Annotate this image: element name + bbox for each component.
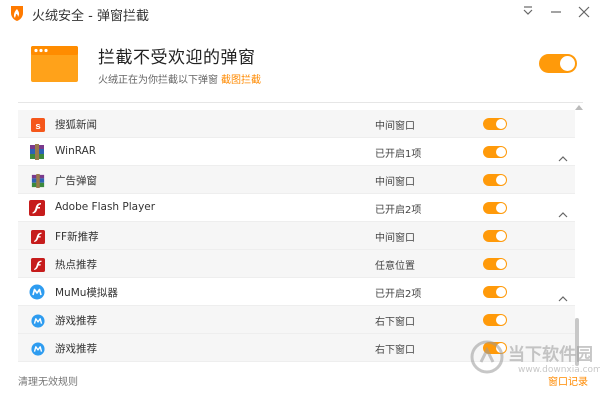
- menu-icon[interactable]: [520, 4, 536, 20]
- row-name: 搜狐新闻: [55, 119, 97, 131]
- winrar-icon: [31, 173, 45, 188]
- toggle-knob: [496, 259, 506, 269]
- enabled-count: 已开启2项: [375, 205, 422, 216]
- popup-position[interactable]: 右下窗口: [375, 341, 415, 356]
- app-group-row[interactable]: WinRAR 已开启1项: [18, 138, 575, 166]
- flash-icon: [29, 200, 45, 216]
- row-name: WinRAR: [55, 145, 97, 157]
- row-toggle[interactable]: [483, 118, 507, 130]
- scroll-up-icon[interactable]: [575, 104, 583, 110]
- master-toggle[interactable]: [539, 54, 577, 73]
- flash-icon: [31, 229, 45, 244]
- close-icon[interactable]: [576, 4, 592, 20]
- watermark-url: www.downxia.com: [518, 365, 600, 375]
- row-name: 游戏推荐: [55, 343, 97, 355]
- row-toggle[interactable]: [483, 174, 507, 186]
- popup-rule-row[interactable]: 游戏推荐 右下窗口: [18, 306, 575, 334]
- watermark: 当下软件园 www.downxia.com: [470, 338, 600, 384]
- app-group-row[interactable]: MuMu模拟器 已开启2项: [18, 278, 575, 306]
- chevron-up-icon[interactable]: [558, 204, 568, 218]
- row-toggle[interactable]: [483, 146, 507, 158]
- title-bar: 火绒安全 - 弹窗拦截: [0, 0, 600, 26]
- toggle-knob: [496, 231, 506, 241]
- chevron-up-icon[interactable]: [558, 148, 568, 162]
- popup-rule-row[interactable]: 热点推荐 任意位置: [18, 250, 575, 278]
- popup-position[interactable]: 中间窗口: [375, 229, 415, 244]
- popup-position[interactable]: 右下窗口: [375, 313, 415, 328]
- enabled-count: 已开启1项: [375, 149, 422, 160]
- window-title: 火绒安全 - 弹窗拦截: [32, 9, 149, 24]
- flash-icon: [31, 257, 45, 272]
- popup-position[interactable]: 任意位置: [375, 257, 415, 272]
- watermark-logo-icon: [470, 340, 504, 374]
- enabled-count: 已开启2项: [375, 289, 422, 300]
- row-toggle[interactable]: [483, 286, 507, 298]
- toggle-knob: [496, 315, 506, 325]
- svg-text:s: s: [35, 121, 40, 132]
- row-name: 广告弹窗: [55, 175, 97, 187]
- screenshot-intercept-link[interactable]: 截图拦截: [221, 71, 261, 86]
- row-name: 游戏推荐: [55, 315, 97, 327]
- popup-rule-row[interactable]: s 搜狐新闻 中间窗口: [18, 110, 575, 138]
- row-toggle[interactable]: [483, 202, 507, 214]
- row-name: Adobe Flash Player: [55, 201, 156, 213]
- popup-rule-list: s 搜狐新闻 中间窗口 WinRAR 已开启1项 广告弹窗 中间窗口 Adobe Flash …: [18, 102, 583, 364]
- row-name: MuMu模拟器: [55, 287, 118, 299]
- toggle-knob: [496, 147, 506, 157]
- clean-invalid-rules-link[interactable]: 清理无效规则: [18, 373, 78, 388]
- toggle-knob: [496, 175, 506, 185]
- row-toggle[interactable]: [483, 230, 507, 242]
- sohu-icon: s: [31, 117, 45, 132]
- row-toggle[interactable]: [483, 258, 507, 270]
- toggle-knob: [496, 287, 506, 297]
- winrar-icon: [29, 144, 45, 160]
- page-subtitle: 火绒正在为你拦截以下弹窗: [98, 75, 218, 86]
- popup-window-icon: [31, 46, 78, 82]
- popup-position[interactable]: 中间窗口: [375, 173, 415, 188]
- row-toggle[interactable]: [483, 314, 507, 326]
- chevron-up-icon[interactable]: [558, 288, 568, 302]
- popup-position[interactable]: 中间窗口: [375, 117, 415, 132]
- toggle-knob: [560, 56, 575, 71]
- app-group-row[interactable]: Adobe Flash Player 已开启2项: [18, 194, 575, 222]
- toggle-knob: [496, 119, 506, 129]
- page-title: 拦截不受欢迎的弹窗: [98, 48, 256, 68]
- mumu-icon: [29, 284, 45, 300]
- row-name: 热点推荐: [55, 259, 97, 271]
- toggle-knob: [496, 203, 506, 213]
- huorong-logo-icon: [11, 6, 23, 21]
- minimize-icon[interactable]: [548, 4, 564, 20]
- mumu-icon: [31, 341, 45, 356]
- popup-rule-row[interactable]: 广告弹窗 中间窗口: [18, 166, 575, 194]
- mumu-icon: [31, 313, 45, 328]
- popup-rule-row[interactable]: FF新推荐 中间窗口: [18, 222, 575, 250]
- row-name: FF新推荐: [55, 231, 99, 243]
- watermark-text: 当下软件园: [508, 345, 593, 365]
